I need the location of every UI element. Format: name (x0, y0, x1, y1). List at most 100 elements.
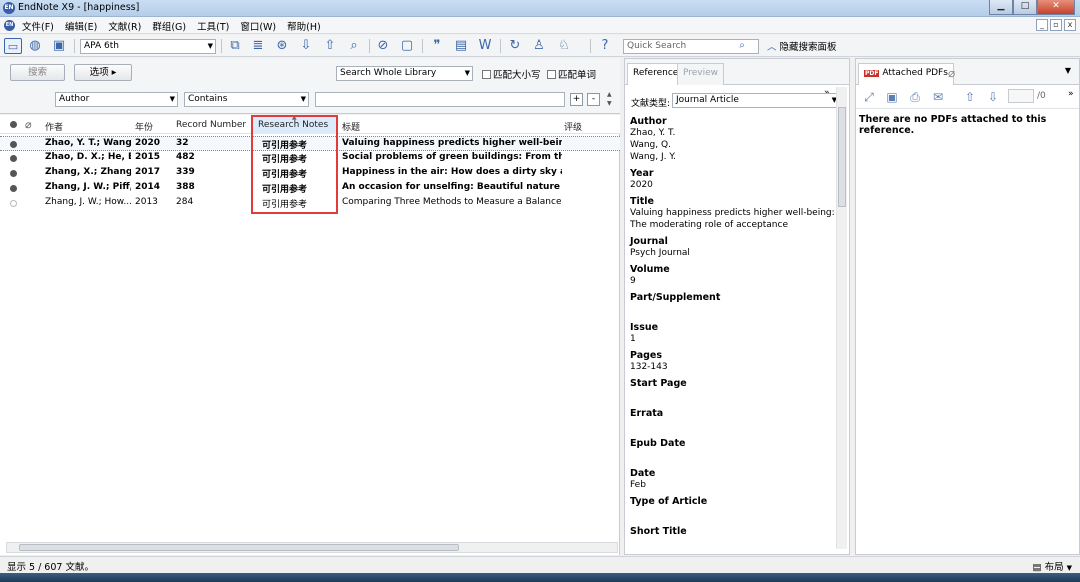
field-value-empty[interactable] (630, 507, 835, 525)
document-menu-icon[interactable]: EN (4, 20, 15, 31)
field-value[interactable]: Feb (630, 479, 835, 491)
field-value-empty[interactable] (630, 303, 835, 321)
column-author[interactable]: 作者 (45, 120, 63, 133)
upload-icon[interactable]: ⇧ (321, 38, 339, 54)
maximize-button[interactable]: □ (1013, 0, 1037, 15)
cell-research-notes: 可引用参考 (262, 155, 308, 165)
options-button[interactable]: 选项 ▸ (74, 64, 132, 81)
match-case-checkbox[interactable]: 匹配大小写 (482, 67, 541, 81)
expand-pdf-toolbar-icon[interactable]: » (1068, 89, 1074, 99)
horizontal-scrollbar[interactable] (6, 542, 618, 553)
menu-file[interactable]: 文件(F) (22, 19, 54, 33)
menu-window[interactable]: 窗口(W) (240, 19, 276, 33)
column-rating[interactable]: 评级 (564, 120, 582, 133)
integrated-library-mode-icon[interactable]: ▣ (50, 38, 68, 54)
minimize-button[interactable]: ▁ (989, 0, 1013, 15)
open-pdf-icon[interactable]: ⤢ (861, 89, 877, 105)
field-value[interactable]: Wang, J. Y. (630, 151, 835, 163)
table-row[interactable]: Zhang, J. W.; Piff,... 2014 388 可引用参考 An… (0, 181, 620, 196)
new-reference-icon[interactable]: ≣ (249, 38, 267, 54)
column-title[interactable]: 标题 (342, 120, 360, 133)
email-icon[interactable]: ✉ (930, 89, 946, 105)
field-value-empty[interactable] (630, 389, 835, 407)
insert-citation-icon[interactable]: ❞ (428, 38, 446, 54)
paperclip-icon[interactable]: ⌀ (948, 66, 955, 80)
horizontal-scrollbar-thumb[interactable] (19, 544, 459, 551)
search-operator-select[interactable]: Contains ▼ (184, 92, 309, 107)
field-label: Pages (630, 350, 663, 361)
search-button[interactable]: 搜索 (10, 64, 65, 81)
table-row[interactable]: Zhang, J. W.; How... 2013 284 可引用参考 Comp… (0, 196, 620, 211)
attachment-column-icon[interactable]: ⌀ (25, 118, 32, 131)
output-style-value: APA 6th (84, 41, 119, 51)
field-value[interactable]: Wang, Q. (630, 139, 835, 151)
download-icon[interactable]: ⇩ (297, 38, 315, 54)
layout-button[interactable]: ▤ 布局 ▼ (1033, 559, 1072, 573)
group-share-icon[interactable]: ♘ (555, 38, 573, 54)
search-field-select[interactable]: Author ▼ (55, 92, 178, 107)
read-status-column-icon[interactable] (10, 121, 17, 128)
reference-type-select[interactable]: Journal Article ▼ (672, 93, 840, 108)
column-year[interactable]: 年份 (135, 120, 153, 133)
mdi-close-button[interactable]: x (1064, 19, 1076, 31)
hide-search-panel-toggle[interactable]: ︿ 隐藏搜索面板 (767, 39, 837, 53)
scroll-arrows-icon[interactable]: ▲ ▼ (607, 90, 612, 108)
help-icon[interactable]: ? (596, 38, 614, 54)
save-icon[interactable]: ▣ (884, 89, 900, 105)
column-record-number[interactable]: Record Number (176, 120, 246, 130)
vertical-scrollbar-thumb[interactable] (838, 107, 846, 207)
search-term-input[interactable] (315, 92, 565, 107)
find-full-text-icon[interactable]: ⌕ (345, 38, 363, 54)
copy-to-library-icon[interactable]: ⧉ (226, 38, 244, 54)
panel-menu-icon[interactable]: ▼ (1065, 66, 1071, 75)
open-link-icon[interactable]: ⊘ (374, 38, 392, 54)
close-button[interactable]: ✕ (1037, 0, 1075, 15)
sync-icon[interactable]: ↻ (506, 38, 524, 54)
local-library-mode-icon[interactable]: ▭ (4, 38, 22, 54)
tab-attached-pdfs[interactable]: PDF Attached PDFs (858, 63, 954, 85)
table-row[interactable]: Zhang, X.; Zhang,... 2017 339 可引用参考 Happ… (0, 166, 620, 181)
field-value[interactable]: 1 (630, 333, 835, 345)
menu-references[interactable]: 文献(R) (108, 19, 141, 33)
search-icon[interactable]: ⌕ (733, 38, 751, 54)
output-style-select[interactable]: APA 6th ▼ (80, 39, 216, 54)
next-page-icon[interactable]: ⇩ (985, 89, 1001, 105)
menu-help[interactable]: 帮助(H) (287, 19, 321, 33)
online-search-icon[interactable]: ⊛ (273, 38, 291, 54)
add-search-row-button[interactable]: + (570, 93, 583, 106)
menu-edit[interactable]: 编辑(E) (65, 19, 97, 33)
endnote-app-icon[interactable]: EN (3, 2, 15, 14)
vertical-scrollbar[interactable] (836, 87, 847, 549)
menu-tools[interactable]: 工具(T) (197, 19, 229, 33)
print-icon[interactable]: ⎙ (907, 89, 923, 105)
match-words-checkbox[interactable]: 匹配单词 (547, 67, 596, 81)
field-value-empty[interactable] (630, 419, 835, 437)
format-bibliography-icon[interactable]: ▤ (452, 38, 470, 54)
tab-reference[interactable]: Reference (627, 63, 685, 85)
word-icon[interactable]: W (476, 38, 494, 54)
field-value[interactable]: Valuing happiness predicts higher well-b… (630, 207, 835, 231)
field-value[interactable]: 132-143 (630, 361, 835, 373)
tab-preview[interactable]: Preview (677, 63, 725, 85)
share-icon[interactable]: ♙ (530, 38, 548, 54)
open-file-icon[interactable]: ▢ (398, 38, 416, 54)
table-row[interactable]: Zhao, D. X.; He, B... 2015 482 可引用参考 Soc… (0, 151, 620, 166)
search-scope-select[interactable]: Search Whole Library ▼ (336, 66, 473, 81)
column-research-notes[interactable]: Research Notes (258, 120, 328, 130)
remove-search-row-button[interactable]: - (587, 93, 600, 106)
previous-page-icon[interactable]: ⇧ (962, 89, 978, 105)
page-number-input[interactable] (1008, 89, 1034, 103)
field-value-empty[interactable] (630, 537, 835, 555)
mdi-minimize-button[interactable]: _ (1036, 19, 1048, 31)
mdi-restore-button[interactable]: ▫ (1050, 19, 1062, 31)
main-toolbar: ▭ ◍ ▣ APA 6th ▼ ⧉ ≣ ⊛ ⇩ ⇧ ⌕ ⊘ ▢ ❞ ▤ W ↻ … (0, 35, 1080, 57)
menu-groups[interactable]: 群组(G) (152, 19, 186, 33)
table-row[interactable]: Zhao, Y. T.; Wang... 2020 32 可引用参考 Valui… (0, 136, 620, 151)
field-value[interactable]: Zhao, Y. T. (630, 127, 835, 139)
field-value[interactable]: Psych Journal (630, 247, 835, 259)
field-value[interactable]: 2020 (630, 179, 835, 191)
online-search-mode-icon[interactable]: ◍ (26, 38, 44, 54)
field-value-empty[interactable] (630, 449, 835, 467)
search-field-value: Author (59, 94, 90, 104)
field-value[interactable]: 9 (630, 275, 835, 287)
